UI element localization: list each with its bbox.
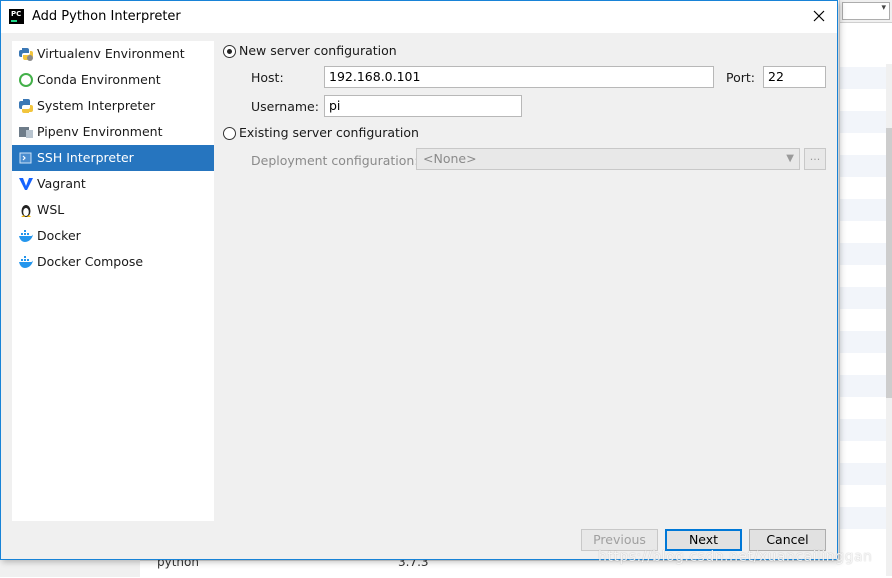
deployment-config-select[interactable]: <None> ▼ bbox=[416, 148, 800, 170]
pipenv-icon bbox=[19, 127, 33, 138]
sidebar-item-label: Vagrant bbox=[37, 176, 86, 191]
background-scrollbar-thumb[interactable] bbox=[886, 128, 892, 398]
sidebar-item-docker[interactable]: Docker bbox=[12, 223, 214, 249]
port-label: Port: bbox=[726, 70, 755, 85]
username-input[interactable]: pi bbox=[324, 95, 522, 117]
existing-server-config-label: Existing server configuration bbox=[239, 125, 419, 140]
conda-ring-icon bbox=[19, 73, 33, 87]
cancel-button[interactable]: Cancel bbox=[749, 529, 826, 551]
sidebar-item-conda[interactable]: Conda Environment bbox=[12, 67, 214, 93]
sidebar-item-label: Conda Environment bbox=[37, 72, 161, 87]
background-table: ▾ bbox=[839, 0, 892, 577]
host-input[interactable]: 192.168.0.101 bbox=[324, 66, 714, 88]
python-icon bbox=[19, 99, 33, 113]
pycharm-app-icon: PC bbox=[9, 9, 24, 24]
sidebar-item-label: Docker bbox=[37, 228, 81, 243]
sidebar-item-docker-compose[interactable]: Docker Compose bbox=[12, 249, 214, 275]
sidebar-item-wsl[interactable]: WSL bbox=[12, 197, 214, 223]
dialog-titlebar: PC Add Python Interpreter bbox=[1, 1, 837, 33]
linux-penguin-icon bbox=[21, 205, 31, 217]
sidebar-item-ssh[interactable]: SSH Interpreter bbox=[12, 145, 214, 171]
deployment-config-label: Deployment configuration: bbox=[251, 153, 419, 168]
username-label: Username: bbox=[251, 99, 319, 114]
add-python-interpreter-dialog: PC Add Python Interpreter Virtualenv Env… bbox=[0, 0, 838, 560]
chevron-down-icon: ▼ bbox=[786, 153, 794, 164]
host-label: Host: bbox=[251, 70, 284, 85]
next-button[interactable]: Next bbox=[665, 529, 742, 551]
sidebar-item-vagrant[interactable]: Vagrant bbox=[12, 171, 214, 197]
dialog-title: Add Python Interpreter bbox=[32, 9, 181, 24]
sidebar-item-label: Docker Compose bbox=[37, 254, 144, 269]
sidebar-item-label: WSL bbox=[37, 202, 65, 217]
deployment-config-value: <None> bbox=[423, 151, 477, 166]
watermark-url: https://blog.csdn.net/xuancailinggan bbox=[598, 549, 873, 565]
sidebar-item-label: SSH Interpreter bbox=[37, 150, 134, 165]
previous-button[interactable]: Previous bbox=[581, 529, 658, 551]
sidebar-item-virtualenv[interactable]: Virtualenv Environment bbox=[12, 41, 214, 67]
ssh-config-panel: New server configuration Host: 192.168.0… bbox=[222, 41, 830, 521]
virtualenv-python-icon bbox=[19, 48, 33, 61]
chevron-down-icon: ▾ bbox=[881, 3, 886, 13]
sidebar-item-system[interactable]: System Interpreter bbox=[12, 93, 214, 119]
vagrant-v-icon bbox=[19, 178, 33, 190]
interpreter-type-list: Virtualenv Environment Conda Environment… bbox=[12, 41, 214, 521]
background-dropdown[interactable]: ▾ bbox=[842, 2, 890, 20]
close-button[interactable] bbox=[809, 6, 829, 26]
sidebar-item-label: Pipenv Environment bbox=[37, 124, 163, 139]
background-toolbar: ▾ bbox=[840, 0, 892, 23]
sidebar-item-label: System Interpreter bbox=[37, 98, 156, 113]
close-icon bbox=[813, 10, 825, 22]
browse-deployment-button[interactable]: ... bbox=[804, 148, 826, 170]
existing-server-config-radio[interactable] bbox=[223, 127, 236, 140]
ssh-terminal-icon bbox=[19, 152, 32, 164]
docker-whale-icon bbox=[19, 256, 33, 268]
new-server-config-label: New server configuration bbox=[239, 43, 397, 58]
docker-whale-icon bbox=[19, 230, 33, 242]
sidebar-item-pipenv[interactable]: Pipenv Environment bbox=[12, 119, 214, 145]
sidebar-item-label: Virtualenv Environment bbox=[37, 46, 185, 61]
new-server-config-radio[interactable] bbox=[223, 45, 236, 58]
port-input[interactable]: 22 bbox=[763, 66, 826, 88]
background-side-panel bbox=[0, 560, 140, 577]
